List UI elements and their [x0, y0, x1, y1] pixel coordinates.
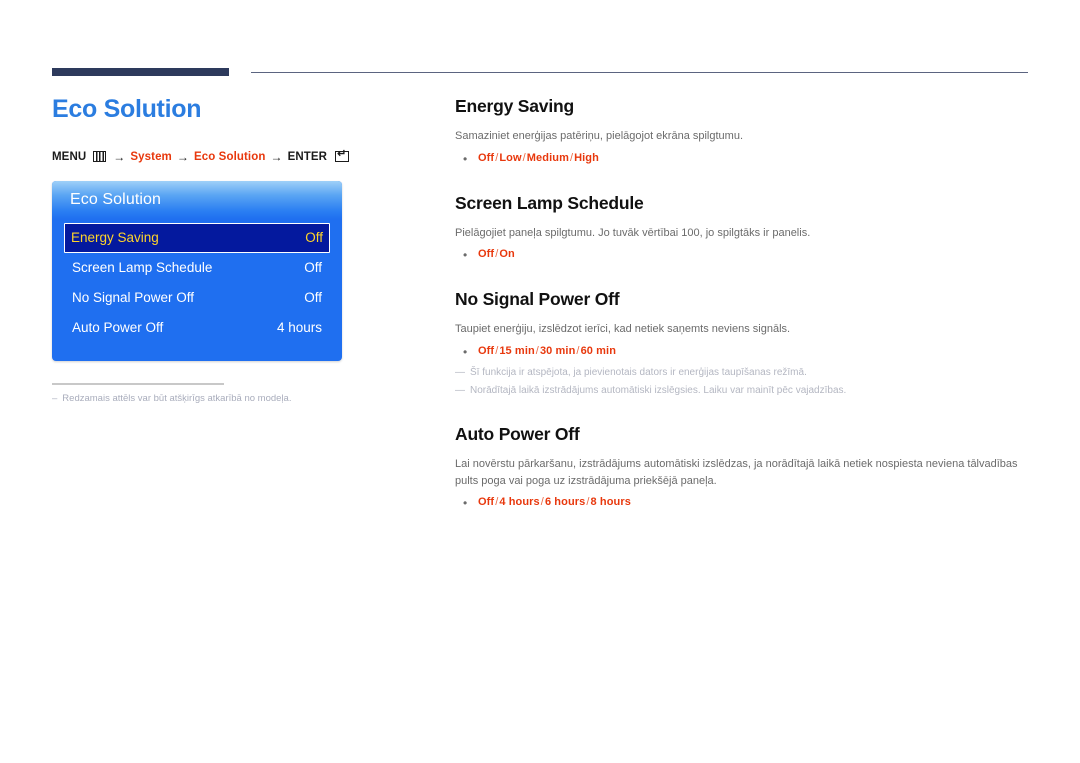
- menu-grid-icon: [93, 151, 107, 162]
- section-options: • Off/Low/Medium/High: [463, 152, 1035, 167]
- breadcrumb-arrow-2: →: [176, 149, 189, 164]
- breadcrumb-enter-label: ENTER: [287, 150, 328, 163]
- section-title: Energy Saving: [455, 96, 574, 116]
- section-description: Taupiet enerģiju, izslēdzot ierīci, kad …: [455, 323, 791, 336]
- left-note-text: Redzamais attēls var būt atšķirīgs atkar…: [62, 392, 292, 404]
- breadcrumb-item-eco-solution[interactable]: Eco Solution: [194, 151, 265, 163]
- left-note-divider: [52, 382, 224, 385]
- breadcrumb: MENU → System → Eco Solution → ENTER: [52, 149, 412, 164]
- section-description: Samaziniet enerģijas patēriņu, pielāgojo…: [455, 130, 744, 143]
- section-note: — Norādītajā laikā izstrādājums automāti…: [455, 383, 1035, 398]
- breadcrumb-arrow-1: →: [113, 149, 126, 164]
- section-options: • Off/15 min/30 min/60 min: [463, 345, 1035, 360]
- osd-row-value: Off: [305, 230, 323, 245]
- breadcrumb-item-system[interactable]: System: [130, 151, 172, 163]
- osd-panel: Eco Solution Energy Saving Off Screen La…: [52, 180, 342, 361]
- option-list: Off/15 min/30 min/60 min: [478, 345, 616, 359]
- left-note: – Redzamais attēls var būt atšķirīgs atk…: [52, 392, 330, 405]
- bullet-icon: •: [463, 248, 468, 263]
- option-value: Off: [478, 496, 495, 508]
- option-value: 60 min: [580, 344, 617, 357]
- section-description: Pielāgojiet paneļa spilgtumu. Jo tuvāk v…: [455, 226, 811, 239]
- page-title: Eco Solution: [52, 95, 202, 123]
- osd-row-auto-power-off[interactable]: Auto Power Off 4 hours: [64, 313, 330, 343]
- osd-row-label: Energy Saving: [71, 230, 159, 245]
- option-value: Off: [478, 344, 495, 357]
- header-rule-thick: [52, 68, 229, 76]
- osd-title: Eco Solution: [70, 190, 162, 208]
- note-text: Šī funkcija ir atspējota, ja pievienotai…: [470, 366, 807, 378]
- osd-row-value: Off: [304, 260, 322, 275]
- section-options: • Off/On: [463, 248, 1035, 263]
- section-title: No Signal Power Off: [455, 289, 620, 310]
- left-note-block: – Redzamais attēls var būt atšķirīgs atk…: [52, 382, 330, 405]
- option-value: Off: [478, 151, 495, 164]
- note-dash: —: [455, 384, 465, 396]
- option-list: Off/Low/Medium/High: [478, 152, 599, 166]
- option-value: 30 min: [539, 344, 576, 357]
- right-column: Energy Saving Samaziniet enerģijas patēr…: [455, 96, 1035, 516]
- breadcrumb-arrow-3: →: [270, 149, 283, 164]
- section-auto-power-off: Auto Power Off Lai novērstu pārkaršanu, …: [455, 424, 1035, 511]
- option-value: 15 min: [499, 344, 535, 357]
- note-dash: —: [455, 366, 465, 378]
- option-list: Off/On: [478, 248, 515, 262]
- note-text: Norādītajā laikā izstrādājums automātisk…: [470, 384, 847, 396]
- bullet-icon: •: [463, 344, 468, 359]
- section-energy-saving: Energy Saving Samaziniet enerģijas patēr…: [455, 96, 1035, 167]
- left-note-dash: –: [52, 392, 58, 404]
- osd-row-label: Auto Power Off: [72, 320, 164, 335]
- header-rules: [52, 68, 1028, 78]
- section-description: Lai novērstu pārkaršanu, izstrādājums au…: [455, 458, 1018, 487]
- bullet-icon: •: [463, 496, 468, 510]
- left-column: Eco Solution MENU → System → Eco Solutio…: [52, 95, 412, 405]
- osd-header: Eco Solution: [52, 180, 342, 219]
- option-value: On: [499, 248, 515, 261]
- option-value: 6 hours: [544, 496, 586, 508]
- section-note: — Šī funkcija ir atspējota, ja pievienot…: [455, 365, 1035, 380]
- bullet-icon: •: [463, 151, 468, 166]
- osd-row-value: Off: [304, 290, 322, 305]
- option-list: Off/4 hours/6 hours/8 hours: [478, 496, 631, 510]
- option-value: Off: [478, 248, 495, 261]
- enter-key-icon: [335, 149, 350, 162]
- osd-menu-list: Energy Saving Off Screen Lamp Schedule O…: [52, 219, 342, 361]
- osd-row-value: 4 hours: [276, 320, 322, 335]
- osd-row-energy-saving[interactable]: Energy Saving Off: [64, 222, 330, 253]
- option-value: 4 hours: [499, 496, 540, 508]
- option-value: Medium: [526, 151, 569, 164]
- section-title: Auto Power Off: [455, 423, 580, 444]
- breadcrumb-menu-label: MENU: [52, 150, 87, 163]
- section-options: • Off/4 hours/6 hours/8 hours: [463, 496, 1035, 511]
- section-title: Screen Lamp Schedule: [455, 192, 644, 213]
- osd-row-label: Screen Lamp Schedule: [72, 260, 213, 275]
- osd-row-screen-lamp-schedule[interactable]: Screen Lamp Schedule Off: [64, 253, 330, 283]
- section-no-signal-power-off: No Signal Power Off Taupiet enerģiju, iz…: [455, 289, 1035, 398]
- option-value: 8 hours: [590, 496, 631, 508]
- option-value: Low: [499, 151, 522, 164]
- header-rule-thin: [251, 72, 1028, 73]
- osd-row-no-signal-power-off[interactable]: No Signal Power Off Off: [64, 283, 330, 313]
- section-screen-lamp-schedule: Screen Lamp Schedule Pielāgojiet paneļa …: [455, 193, 1035, 264]
- osd-row-label: No Signal Power Off: [72, 290, 195, 305]
- option-value: High: [574, 151, 599, 164]
